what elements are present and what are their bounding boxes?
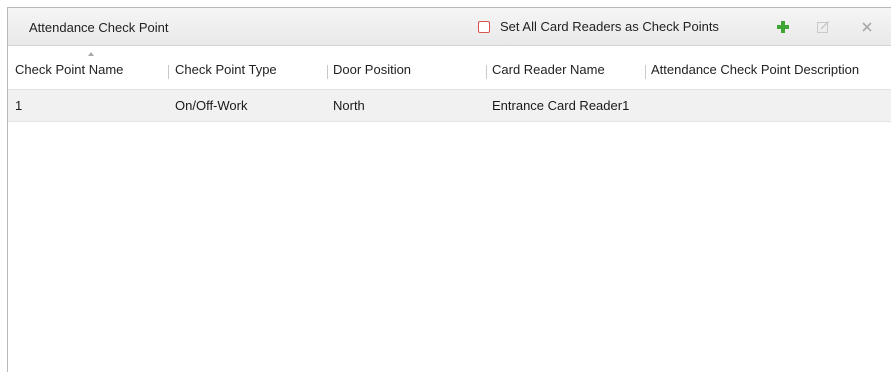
column-separator[interactable] <box>168 65 169 79</box>
set-all-card-readers-toggle[interactable]: Set All Card Readers as Check Points <box>478 19 719 34</box>
add-button[interactable] <box>774 18 792 36</box>
cell-check-point-name: 1 <box>15 98 23 113</box>
column-header-description[interactable]: Attendance Check Point Description <box>651 62 859 77</box>
cell-card-reader-name: Entrance Card Reader1 <box>492 98 630 113</box>
attendance-check-point-panel: Attendance Check Point Set All Card Read… <box>7 7 891 372</box>
column-header-check-point-type[interactable]: Check Point Type <box>175 62 277 77</box>
table-row[interactable]: 1 On/Off-Work North Entrance Card Reader… <box>8 90 891 122</box>
column-header-door-position[interactable]: Door Position <box>333 62 411 77</box>
cell-check-point-type: On/Off-Work <box>175 98 248 113</box>
delete-button[interactable] <box>858 18 876 36</box>
plus-icon <box>777 21 789 33</box>
cell-door-position: North <box>333 98 365 113</box>
column-separator[interactable] <box>486 65 487 79</box>
sort-indicator-icon <box>88 52 94 56</box>
panel-titlebar: Attendance Check Point Set All Card Read… <box>8 8 891 46</box>
column-header-card-reader-name[interactable]: Card Reader Name <box>492 62 605 77</box>
column-header-check-point-name[interactable]: Check Point Name <box>15 62 123 77</box>
close-icon <box>862 22 872 32</box>
edit-icon <box>817 20 830 33</box>
column-separator[interactable] <box>327 65 328 79</box>
set-all-label: Set All Card Readers as Check Points <box>500 19 719 34</box>
edit-button[interactable] <box>814 18 832 36</box>
set-all-checkbox[interactable] <box>478 20 490 33</box>
column-separator[interactable] <box>645 65 646 79</box>
table-header: Check Point Name Check Point Type Door P… <box>8 46 891 90</box>
panel-title: Attendance Check Point <box>29 20 169 35</box>
